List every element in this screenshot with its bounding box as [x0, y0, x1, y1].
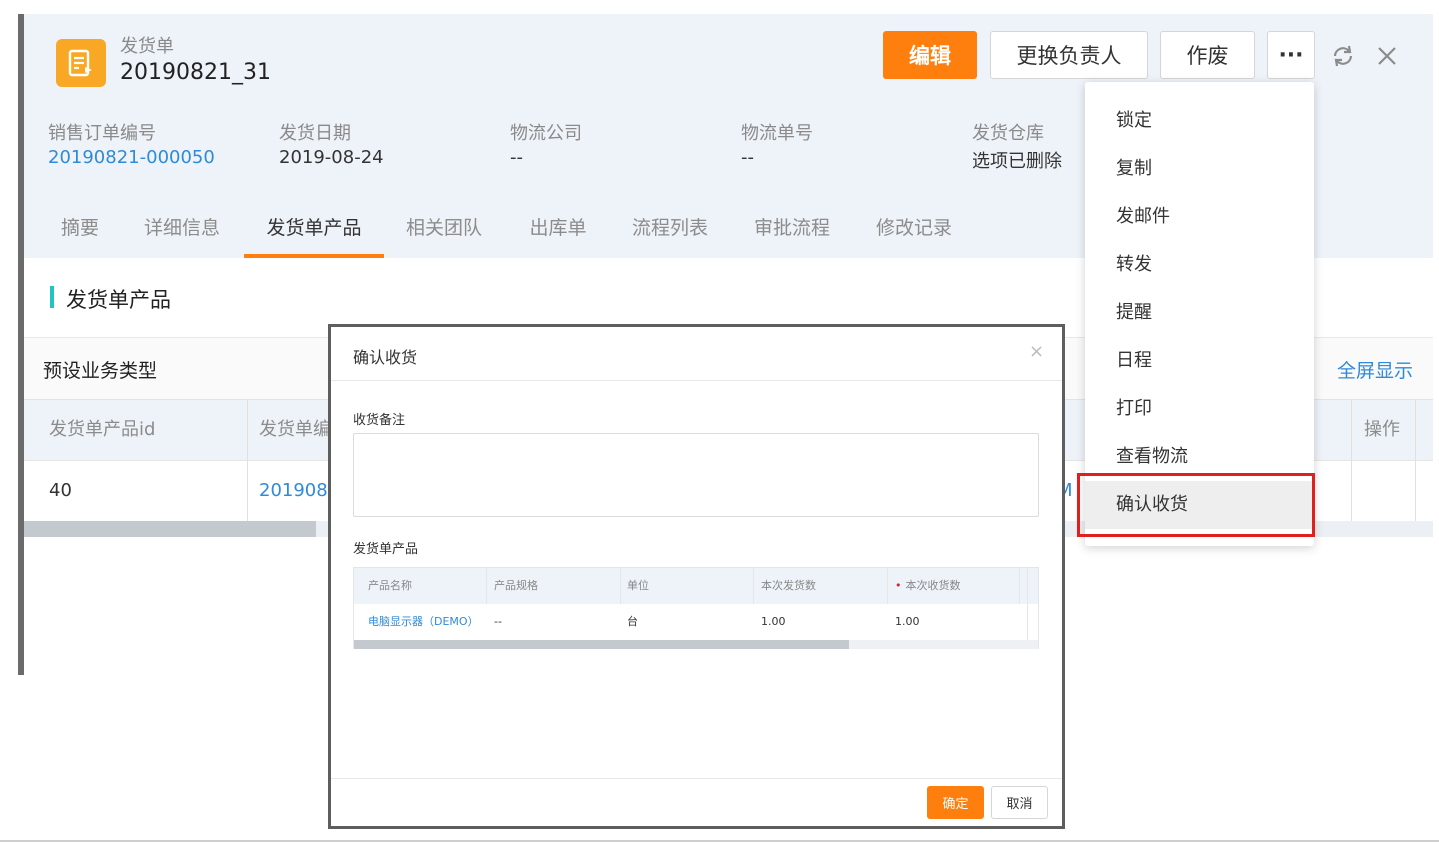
column-header-unit: 单位	[627, 579, 649, 592]
column-divider	[1027, 604, 1028, 640]
column-divider	[1027, 568, 1028, 604]
field-value-warehouse: 选项已删除	[972, 151, 1062, 172]
tab-details[interactable]: 详细信息	[134, 198, 230, 258]
cell-product-name[interactable]: 电脑显示器（DEMO）	[368, 604, 479, 640]
close-icon[interactable]	[1372, 41, 1402, 71]
cell-unit: 台	[627, 615, 638, 628]
column-divider	[1351, 461, 1352, 521]
column-divider	[887, 568, 888, 604]
column-header-shipped-qty: 本次发货数	[761, 579, 816, 592]
section-marker	[50, 286, 54, 308]
column-divider	[247, 461, 248, 521]
highlight-annotation-box	[1077, 473, 1315, 537]
menu-item-schedule[interactable]: 日程	[1085, 337, 1314, 385]
column-divider	[486, 568, 487, 604]
column-divider	[753, 568, 754, 604]
tab-summary[interactable]: 摘要	[50, 198, 110, 258]
refresh-icon[interactable]	[1328, 41, 1358, 71]
dialog-divider	[331, 380, 1062, 381]
cell-product-id: 40	[49, 480, 72, 501]
products-label: 发货单产品	[353, 542, 419, 557]
record-number: 20190821_31	[120, 60, 271, 85]
tab-process-list[interactable]: 流程列表	[622, 198, 718, 258]
confirm-button[interactable]: 确定	[927, 786, 984, 819]
cell-shipped-qty: 1.00	[761, 615, 786, 628]
field-label-ship-date: 发货日期	[279, 123, 351, 144]
tab-change-log[interactable]: 修改记录	[866, 198, 962, 258]
tab-related-team[interactable]: 相关团队	[396, 198, 492, 258]
menu-item-print[interactable]: 打印	[1085, 385, 1314, 433]
menu-item-lock[interactable]: 锁定	[1085, 97, 1314, 145]
field-label-logistics-company: 物流公司	[510, 123, 582, 144]
dialog-close-icon[interactable]: ×	[1029, 341, 1044, 362]
record-type-label: 发货单	[120, 36, 174, 57]
change-owner-button[interactable]: 更换负责人	[990, 31, 1148, 79]
void-button[interactable]: 作废	[1160, 31, 1255, 79]
column-divider	[1415, 400, 1416, 460]
edit-button[interactable]: 编辑	[883, 31, 977, 79]
menu-item-copy[interactable]: 复制	[1085, 145, 1314, 193]
table-row: 电脑显示器（DEMO） -- 台 1.00 1.00	[354, 604, 1038, 640]
more-actions-button[interactable]: ···	[1267, 31, 1315, 79]
field-label-sales-order-no: 销售订单编号	[48, 123, 156, 144]
column-header-received-qty: • 本次收货数	[895, 568, 961, 604]
dialog-products-table: 产品名称 产品规格 单位 本次发货数 • 本次收货数 电脑显示器（DEMO） --…	[353, 567, 1039, 649]
menu-item-forward[interactable]: 转发	[1085, 241, 1314, 289]
column-header-shipment-no: 发货单编	[259, 419, 331, 440]
column-header-spec: 产品规格	[494, 579, 538, 592]
column-header-actions: 操作	[1364, 419, 1400, 440]
field-label-tracking-no: 物流单号	[741, 123, 813, 144]
section-title: 发货单产品	[66, 288, 171, 312]
field-label-warehouse: 发货仓库	[972, 123, 1044, 144]
column-divider	[247, 400, 248, 460]
bottom-divider	[0, 840, 1439, 842]
menu-item-send-email[interactable]: 发邮件	[1085, 193, 1314, 241]
received-qty-header-text: 本次收货数	[905, 579, 961, 592]
tab-approval-flow[interactable]: 审批流程	[744, 198, 840, 258]
column-divider	[1415, 461, 1416, 521]
tab-outbound-orders[interactable]: 出库单	[520, 198, 596, 258]
remark-textarea[interactable]	[353, 433, 1039, 517]
field-value-tracking-no: --	[741, 147, 754, 168]
cell-spec: --	[494, 615, 502, 628]
column-header-product-name: 产品名称	[368, 579, 412, 592]
shipment-document-icon	[56, 39, 106, 87]
field-value-ship-date: 2019-08-24	[279, 147, 384, 168]
dialog-table-scrollbar-thumb[interactable]	[354, 640, 849, 649]
cell-received-qty[interactable]: 1.00	[895, 604, 920, 640]
business-type-label[interactable]: 预设业务类型	[43, 356, 157, 383]
table-scrollbar-thumb[interactable]	[24, 521, 316, 537]
field-value-logistics-company: --	[510, 147, 523, 168]
dialog-footer-divider	[331, 778, 1062, 779]
remark-label: 收货备注	[353, 413, 406, 428]
cancel-button[interactable]: 取消	[991, 786, 1048, 819]
dialog-title: 确认收货	[353, 348, 418, 367]
required-mark: •	[895, 579, 902, 592]
confirm-receipt-dialog: 确认收货 × 收货备注 发货单产品 产品名称 产品规格 单位 本次发货数 • 本次…	[328, 324, 1065, 829]
field-value-sales-order-no[interactable]: 20190821-000050	[48, 147, 215, 168]
fullscreen-link[interactable]: 全屏显示	[1337, 356, 1413, 383]
column-divider	[1019, 568, 1020, 604]
dialog-table-header: 产品名称 产品规格 单位 本次发货数 • 本次收货数	[354, 568, 1038, 604]
column-divider	[1351, 400, 1352, 460]
active-tab-indicator	[244, 254, 384, 258]
menu-item-remind[interactable]: 提醒	[1085, 289, 1314, 337]
column-divider	[620, 568, 621, 604]
column-header-product-id: 发货单产品id	[49, 419, 156, 440]
tab-shipment-products[interactable]: 发货单产品	[244, 198, 384, 258]
